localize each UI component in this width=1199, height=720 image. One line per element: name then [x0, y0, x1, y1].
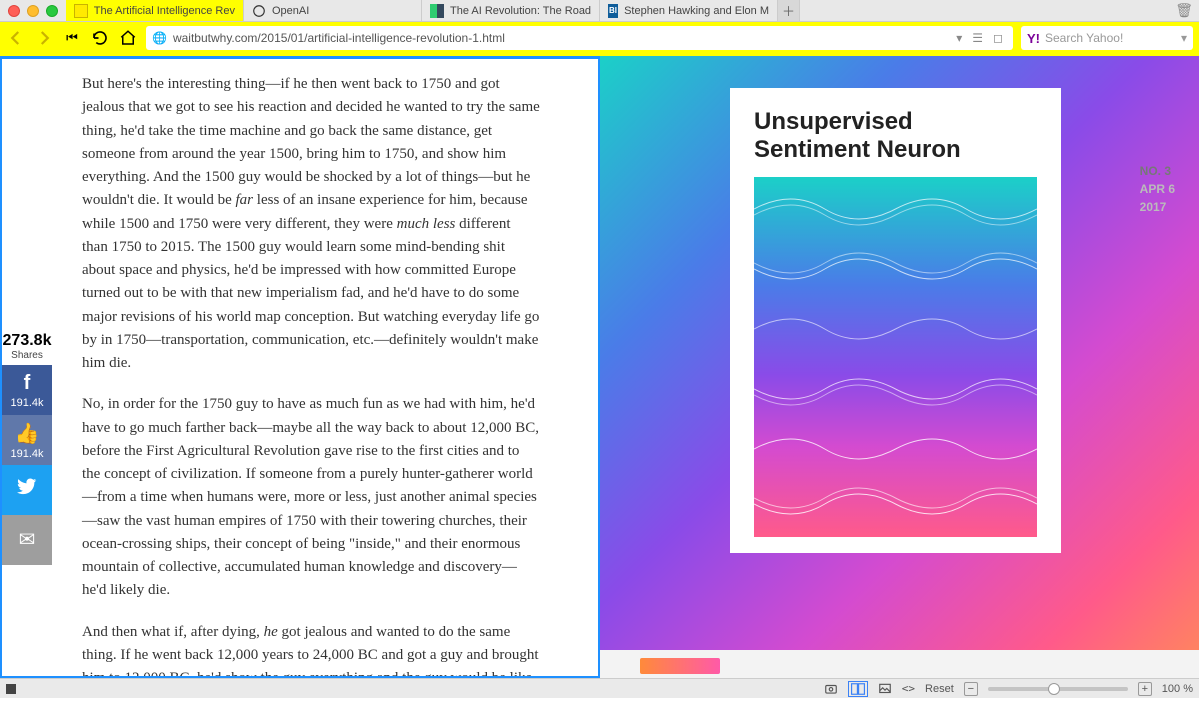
back-button[interactable] [6, 28, 26, 48]
url-text: waitbutwhy.com/2015/01/artificial-intell… [173, 31, 950, 45]
dropdown-icon[interactable]: ▾ [956, 31, 962, 45]
zoom-out-button[interactable]: − [964, 682, 978, 696]
search-placeholder: Search Yahoo! [1045, 31, 1176, 45]
closed-tabs-button[interactable]: 🗑 [1175, 2, 1193, 19]
research-card[interactable]: Unsupervised Sentiment Neuron [730, 88, 1061, 553]
zoom-value: 100 % [1162, 683, 1193, 695]
toolbar: ⏮ 🌐 waitbutwhy.com/2015/01/artificial-in… [0, 22, 1199, 56]
tab-waitbutwhy[interactable]: The Artificial Intelligence Rev [66, 0, 244, 21]
article-body: But here's the interesting thing—if he t… [2, 59, 598, 676]
openai-footer-area [600, 650, 1199, 678]
zoom-slider-thumb[interactable] [1048, 683, 1060, 695]
reload-button[interactable] [90, 28, 110, 48]
site-info-icon[interactable]: 🌐 [152, 31, 167, 45]
source-button[interactable]: <> [902, 682, 915, 695]
search-bar[interactable]: Y! Search Yahoo! ▾ [1021, 26, 1193, 50]
favicon-wbw2 [430, 4, 444, 18]
card-date: APR 6 [1140, 180, 1175, 198]
content-area: 273.8k Shares f 191.4k 👍 191.4k ✉ But he… [0, 56, 1199, 678]
card-meta: NO. 3 APR 6 2017 [1140, 162, 1175, 216]
card-title: Unsupervised Sentiment Neuron [754, 108, 1037, 163]
gradient-bar [640, 658, 720, 674]
screenshot-button[interactable] [824, 682, 838, 696]
bookmark-icon[interactable]: ◻ [993, 31, 1003, 45]
reset-zoom-button[interactable]: Reset [925, 683, 954, 695]
new-tab-button[interactable]: ＋ [778, 0, 800, 21]
url-bar[interactable]: 🌐 waitbutwhy.com/2015/01/artificial-inte… [146, 26, 1013, 50]
tab-label: The AI Revolution: The Road [450, 5, 591, 17]
search-dropdown-icon[interactable]: ▾ [1181, 31, 1187, 45]
yahoo-icon: Y! [1027, 31, 1040, 46]
article-paragraph: And then what if, after dying, he got je… [82, 621, 540, 677]
left-pane: 273.8k Shares f 191.4k 👍 191.4k ✉ But he… [0, 56, 600, 678]
zoom-slider[interactable] [988, 687, 1128, 691]
favicon-bi: BI [608, 4, 618, 18]
card-image [754, 177, 1037, 537]
card-year: 2017 [1140, 198, 1175, 216]
home-button[interactable] [118, 28, 138, 48]
openai-background: Unsupervised Sentiment Neuron NO. 3 APR … [600, 56, 1199, 678]
favicon-wbw [74, 4, 88, 18]
favicon-openai [252, 4, 266, 18]
right-pane: Unsupervised Sentiment Neuron NO. 3 APR … [600, 56, 1199, 678]
tab-label: Stephen Hawking and Elon M [624, 5, 769, 17]
tab-label: The Artificial Intelligence Rev [94, 5, 235, 17]
window-minimize-button[interactable] [27, 5, 39, 17]
tab-bar: The Artificial Intelligence Rev OpenAI T… [0, 0, 1199, 22]
responsive-button[interactable] [848, 681, 868, 697]
forward-button[interactable] [34, 28, 54, 48]
reader-icon[interactable]: ☰ [972, 31, 983, 45]
window-close-button[interactable] [8, 5, 20, 17]
images-button[interactable] [878, 682, 892, 696]
tab-businessinsider[interactable]: BI Stephen Hawking and Elon M [600, 0, 778, 21]
dev-toolbar: <> Reset − + 100 % [0, 678, 1199, 698]
window-maximize-button[interactable] [46, 5, 58, 17]
card-number: NO. 3 [1140, 162, 1175, 180]
rewind-button[interactable]: ⏮ [62, 28, 82, 48]
stop-icon[interactable] [6, 684, 16, 694]
tab-openai[interactable]: OpenAI [244, 0, 422, 21]
tab-ai-revolution[interactable]: The AI Revolution: The Road [422, 0, 600, 21]
zoom-in-button[interactable]: + [1138, 682, 1152, 696]
tab-label: OpenAI [272, 5, 309, 17]
article-paragraph: But here's the interesting thing—if he t… [82, 73, 540, 375]
article-paragraph: No, in order for the 1750 guy to have as… [82, 393, 540, 602]
